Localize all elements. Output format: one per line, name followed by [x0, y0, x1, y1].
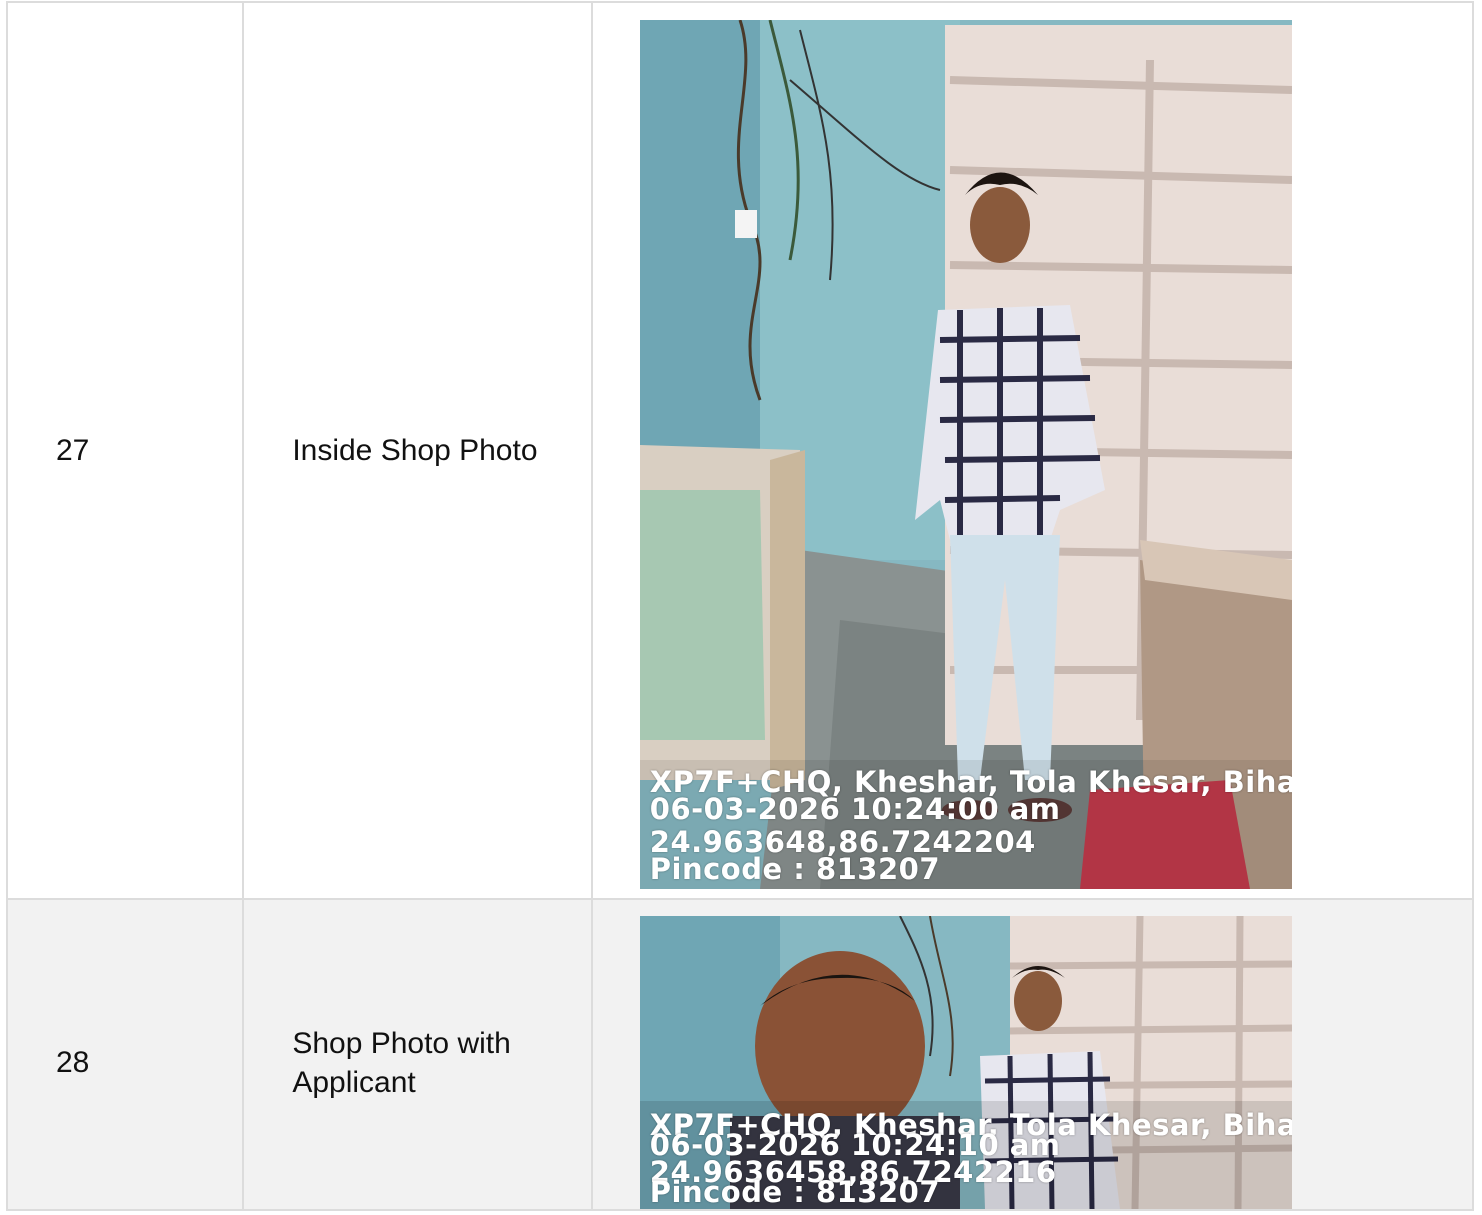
photo-cell: XP7F+CHQ, Kheshar, Tola Khesar, Bihar 8 …: [590, 1, 1475, 900]
shop-photo-with-applicant[interactable]: XP7F+CHQ, Kheshar, Tola Khesar, Bihar 8 …: [639, 916, 1292, 1209]
row-label: Shop Photo with Applicant: [242, 898, 593, 1211]
overlay-datetime: 06-03-2026 10:24:00 am: [649, 792, 1061, 826]
row-label-line2: Applicant: [292, 1065, 416, 1099]
inside-shop-photo[interactable]: XP7F+CHQ, Kheshar, Tola Khesar, Bihar 8 …: [639, 20, 1292, 889]
row-label-line1: Shop Photo with: [292, 1026, 511, 1060]
row-number: 28: [5, 898, 245, 1211]
photo-cell: XP7F+CHQ, Kheshar, Tola Khesar, Bihar 8 …: [590, 898, 1475, 1211]
overlay-pincode: Pincode : 813207: [649, 1175, 941, 1209]
row-number: 27: [5, 1, 245, 900]
photo-table: 27 Inside Shop Photo XP7F+CHQ, Kheshar, …: [5, 1, 1475, 1211]
inside-shop-photo-image: [639, 20, 1292, 889]
row-label: Inside Shop Photo: [242, 1, 593, 900]
table-row: 27 Inside Shop Photo XP7F+CHQ, Kheshar, …: [5, 1, 1475, 900]
table-row: 28 Shop Photo with Applicant XP7F+CHQ, K…: [5, 898, 1475, 1211]
overlay-pincode: Pincode : 813207: [649, 852, 941, 886]
overlay-datetime: 06-03-2026 10:24:10 am: [649, 1128, 1061, 1162]
